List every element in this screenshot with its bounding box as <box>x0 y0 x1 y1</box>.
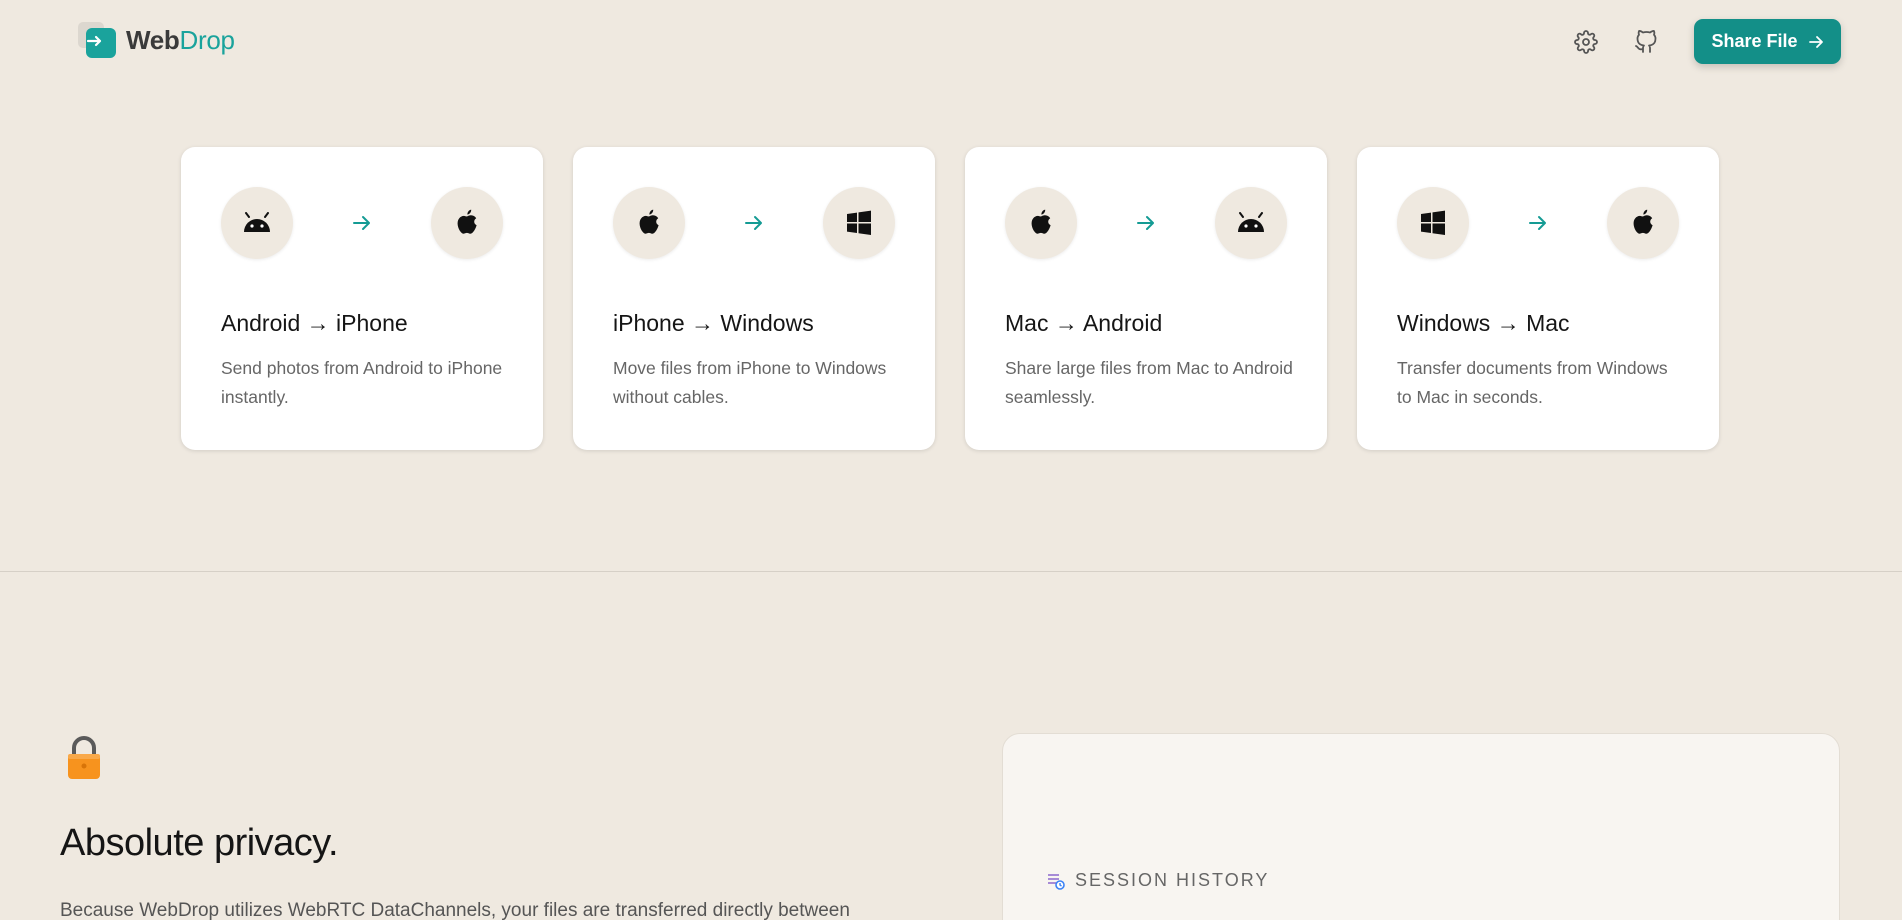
platform-circle <box>823 187 895 259</box>
card-description: Transfer documents from Windows to Mac i… <box>1397 358 1668 407</box>
card-title: Windows → Mac <box>1397 310 1570 336</box>
card-description: Share large files from Mac to Android se… <box>1005 358 1293 407</box>
platform-circle <box>613 187 685 259</box>
card-description: Send photos from Android to iPhone insta… <box>221 358 503 407</box>
session-history-panel: SESSION HISTORY <box>1002 733 1840 920</box>
logo-icon <box>78 22 118 58</box>
apple-icon <box>457 209 477 234</box>
card-android-to-iphone[interactable]: Android → iPhone Send photos from Androi… <box>181 147 543 450</box>
privacy-title: Absolute privacy. <box>60 822 339 864</box>
logo[interactable]: WebDrop <box>78 22 235 58</box>
arrow-right-icon <box>350 213 374 233</box>
platform-circle <box>1397 187 1469 259</box>
apple-icon <box>639 209 659 234</box>
logo-text: WebDrop <box>126 24 235 55</box>
platform-circle <box>1005 187 1077 259</box>
header: WebDrop Share File <box>0 0 1902 84</box>
card-mac-to-android[interactable]: Mac → Android Share large files from Mac… <box>965 147 1327 450</box>
gear-icon <box>1574 30 1598 54</box>
apple-icon <box>1031 209 1051 234</box>
privacy-text: Because WebDrop utilizes WebRTC DataChan… <box>60 900 850 920</box>
github-icon <box>1635 30 1657 53</box>
card-title: Mac → Android <box>1005 310 1163 336</box>
android-icon <box>244 212 270 232</box>
arrow-right-icon <box>742 213 766 233</box>
card-title: iPhone → Windows <box>613 310 814 336</box>
settings-button[interactable] <box>1570 26 1602 58</box>
platform-cards: Android → iPhone Send photos from Androi… <box>181 147 1719 450</box>
history-icon <box>1048 873 1065 890</box>
platform-circle <box>1215 187 1287 259</box>
page: WebDrop Share File Android → iPhone Send… <box>0 0 1902 920</box>
arrow-right-icon <box>1526 213 1550 233</box>
arrow-right-icon <box>1134 213 1158 233</box>
apple-icon <box>1633 209 1653 234</box>
windows-icon <box>1421 210 1445 235</box>
section-divider <box>0 571 1902 572</box>
share-file-label: Share File <box>1711 31 1798 51</box>
android-icon <box>1238 212 1264 232</box>
session-history-header: SESSION HISTORY <box>1047 870 1269 891</box>
platform-circle <box>221 187 293 259</box>
windows-icon <box>847 210 871 235</box>
github-button[interactable] <box>1630 26 1662 58</box>
card-description: Move files from iPhone to Windows withou… <box>613 358 887 407</box>
lock-icon <box>64 735 104 786</box>
arrow-right-icon <box>1808 35 1823 48</box>
platform-circle <box>431 187 503 259</box>
session-history-label: SESSION HISTORY <box>1075 870 1270 890</box>
platform-circle <box>1607 187 1679 259</box>
card-iphone-to-windows[interactable]: iPhone → Windows Move files from iPhone … <box>573 147 935 450</box>
share-file-button[interactable]: Share File <box>1694 19 1841 64</box>
card-windows-to-mac[interactable]: Windows → Mac Transfer documents from Wi… <box>1357 147 1719 450</box>
card-title: Android → iPhone <box>221 310 408 336</box>
